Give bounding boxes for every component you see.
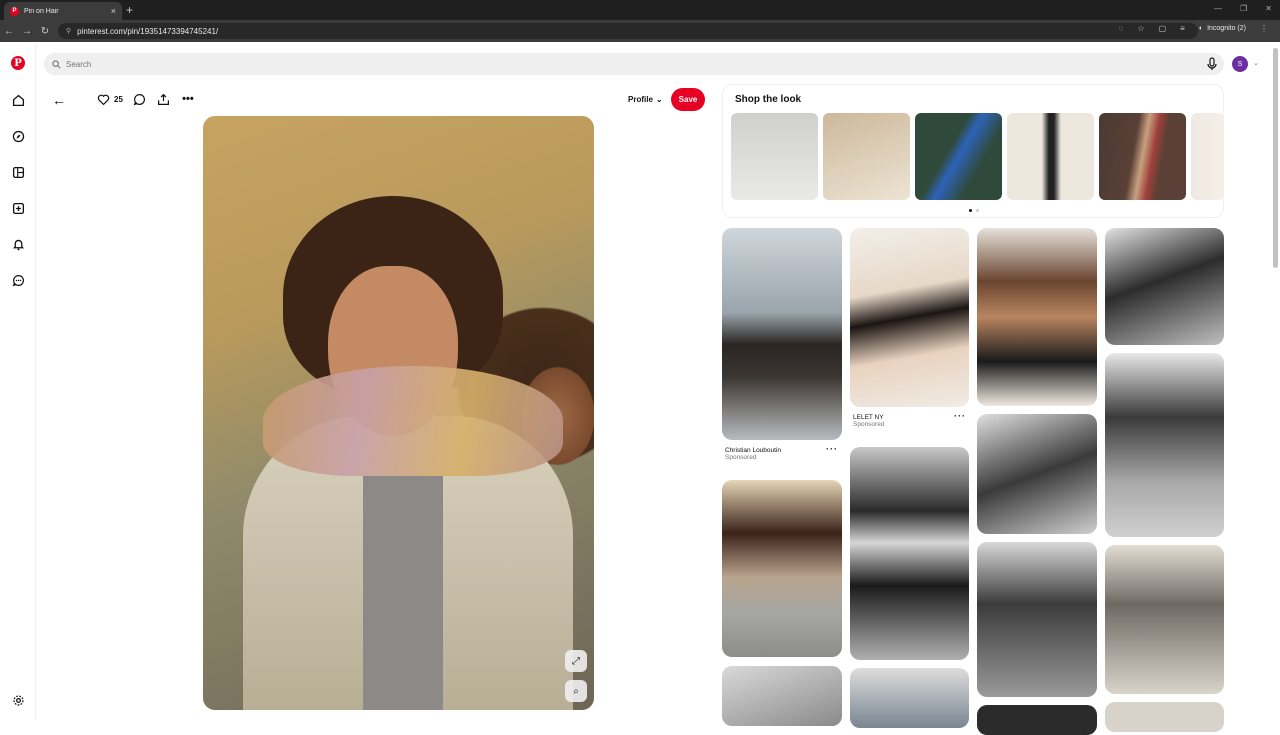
browser-toolbar: ← → ↻ ⚲ pinterest.com/pin/19351473394745… (0, 20, 1280, 42)
window-controls: — ❐ ✕ (1214, 4, 1272, 13)
pin-card[interactable] (850, 668, 969, 728)
incognito-icon: ◐ (1198, 25, 1204, 32)
cast-icon[interactable]: ≡ (1180, 24, 1185, 33)
pin-card[interactable] (850, 228, 969, 407)
shop-item[interactable] (731, 113, 818, 200)
incognito-label: Incognito (2) (1207, 25, 1246, 32)
main-pin-image[interactable]: ⤢ ⌕ (203, 116, 594, 710)
boards-icon[interactable] (11, 165, 25, 179)
pin-card[interactable] (1105, 353, 1224, 537)
pin-card[interactable] (977, 228, 1097, 406)
window-close-icon[interactable]: ✕ (1265, 4, 1272, 13)
shop-item[interactable] (915, 113, 1002, 200)
settings-gear-icon[interactable] (11, 693, 25, 707)
pin-card-subtitle: Sponsored (853, 421, 885, 428)
pin-card[interactable] (1105, 545, 1224, 694)
new-tab-button[interactable]: + (126, 3, 133, 17)
pin-card[interactable] (722, 228, 842, 440)
pin-card[interactable] (977, 705, 1097, 735)
pin-card-meta: LELET NY Sponsored (853, 414, 884, 428)
image-scarf-shape (263, 366, 563, 476)
maximize-icon[interactable]: ❐ (1240, 4, 1247, 13)
pin-card[interactable] (1105, 228, 1224, 345)
home-icon[interactable] (11, 93, 25, 107)
visual-search-icon[interactable]: ⌕ (565, 680, 587, 702)
account-chevron-down-icon[interactable]: ⌄ (1253, 59, 1259, 67)
search-icon (52, 59, 61, 68)
shop-item[interactable] (823, 113, 910, 200)
back-nav-icon[interactable]: ← (0, 26, 18, 37)
create-plus-icon[interactable] (11, 201, 25, 215)
pin-card[interactable] (850, 447, 969, 660)
shop-title: Shop the look (735, 94, 802, 105)
messages-icon[interactable] (11, 273, 25, 287)
extensions-icon[interactable]: ▢ (1159, 24, 1167, 33)
chevron-down-icon: ⌄ (655, 95, 663, 104)
pinterest-favicon-icon: P (10, 6, 19, 16)
pin-action-toolbar: 25 ••• (96, 92, 195, 106)
tab-close-icon[interactable]: × (111, 6, 116, 16)
shop-item[interactable] (1191, 113, 1224, 200)
forward-nav-icon[interactable]: → (18, 26, 36, 37)
pin-card-meta: Christian Louboutin Sponsored (725, 447, 781, 461)
profile-label: Profile (628, 95, 653, 104)
address-bar[interactable]: ⚲ pinterest.com/pin/19351473394745241/ (58, 23, 1198, 39)
microphone-icon[interactable] (1206, 57, 1218, 71)
profile-dropdown[interactable]: Profile ⌄ (628, 95, 663, 104)
pin-card[interactable] (977, 542, 1097, 697)
search-input[interactable]: Search (44, 53, 1224, 75)
comment-icon[interactable] (133, 92, 147, 106)
pinterest-logo-icon[interactable]: P (11, 56, 25, 70)
reload-icon[interactable]: ↻ (36, 26, 54, 37)
search-placeholder: Search (66, 59, 92, 69)
incognito-badge[interactable]: ◐ Incognito (2) (1199, 25, 1246, 32)
carousel-dots (969, 209, 979, 212)
page-scrollbar[interactable] (1273, 48, 1278, 268)
left-navigation-rail: P (0, 44, 36, 720)
pin-card[interactable] (1105, 702, 1224, 732)
heart-like-icon[interactable] (96, 92, 110, 106)
pin-card-more-icon[interactable]: ··· (954, 411, 966, 421)
share-upload-icon[interactable] (157, 92, 171, 106)
carousel-dot[interactable] (976, 209, 979, 212)
tab-title: Pin on Hair (24, 7, 59, 15)
notifications-bell-icon[interactable] (11, 237, 25, 251)
pin-card-title[interactable]: LELET NY (853, 414, 884, 421)
like-count: 25 (114, 94, 123, 104)
site-info-icon[interactable]: ⚲ (66, 27, 71, 35)
browser-actions: ◌ ☆ ▢ ≡ ◐ Incognito (2) ⋮ (1119, 24, 1268, 33)
eye-off-icon[interactable]: ◌ (1119, 24, 1124, 33)
browser-tab-bar: P Pin on Hair × + — ❐ ✕ (0, 0, 1280, 20)
url-text: pinterest.com/pin/19351473394745241/ (77, 26, 219, 36)
pin-card-more-icon[interactable]: ··· (826, 444, 838, 454)
shop-the-look-panel: Shop the look (722, 84, 1224, 218)
user-avatar[interactable]: S (1232, 56, 1248, 72)
pin-card-subtitle: Sponsored (725, 454, 757, 461)
pin-card[interactable] (722, 480, 842, 657)
shop-item[interactable] (1007, 113, 1094, 200)
pin-card[interactable] (977, 414, 1097, 534)
browser-tab[interactable]: P Pin on Hair × (4, 2, 122, 20)
back-arrow-icon[interactable]: ← (52, 92, 66, 108)
expand-icon[interactable]: ⤢ (565, 650, 587, 672)
pin-card-title[interactable]: Christian Louboutin (725, 447, 781, 454)
carousel-dot[interactable] (969, 209, 972, 212)
pin-card[interactable] (722, 666, 842, 726)
explore-compass-icon[interactable] (11, 129, 25, 143)
shop-carousel (731, 113, 1224, 200)
more-options-icon[interactable]: ••• (181, 92, 195, 106)
bookmark-star-icon[interactable]: ☆ (1137, 24, 1144, 33)
browser-menu-icon[interactable]: ⋮ (1260, 24, 1268, 33)
minimize-icon[interactable]: — (1214, 4, 1222, 13)
shop-item[interactable] (1099, 113, 1186, 200)
save-button[interactable]: Save (671, 88, 705, 111)
image-shirt-shape (363, 476, 443, 710)
